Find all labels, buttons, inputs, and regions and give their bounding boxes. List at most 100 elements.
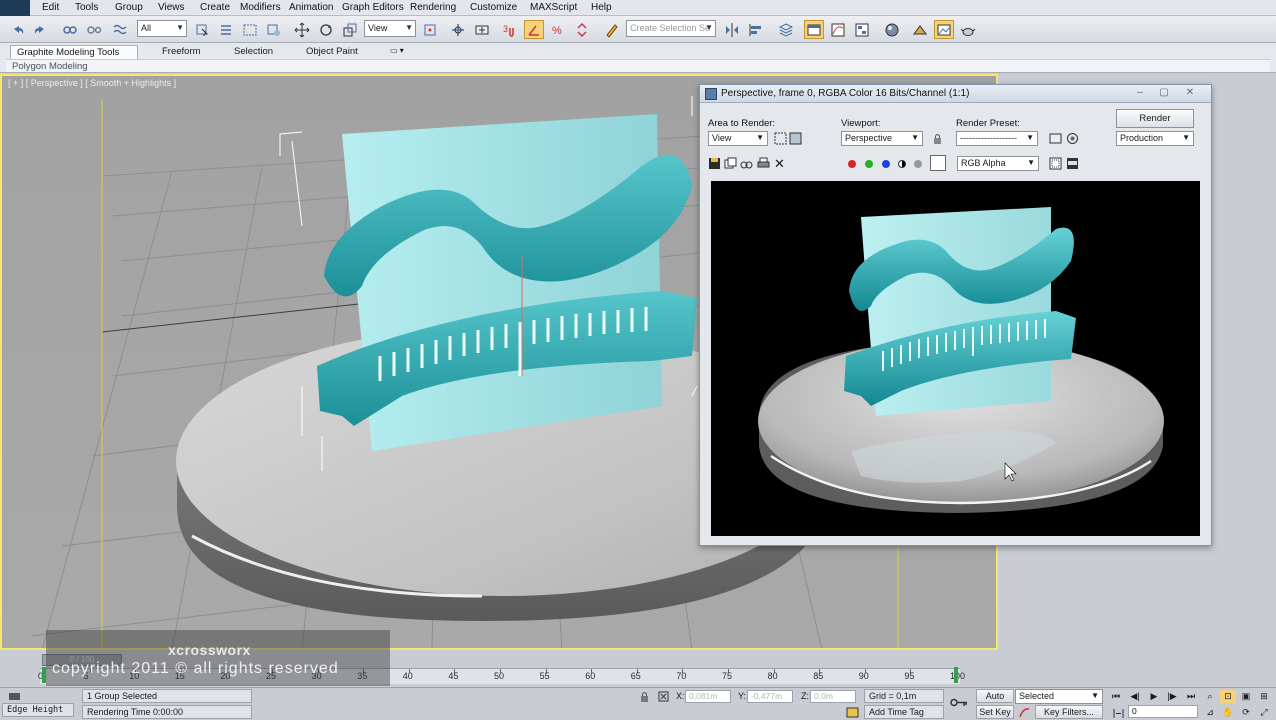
save-image-button[interactable] [708,157,721,170]
green-channel-button[interactable] [862,157,875,170]
layer-manager-button[interactable] [776,20,796,39]
zoom-button[interactable]: ⌕ [1202,690,1218,703]
render-setup-button[interactable] [910,20,930,39]
spinner-snap-button[interactable] [572,20,592,39]
application-button[interactable] [0,0,30,16]
next-frame-button[interactable]: |▶ [1164,690,1180,703]
set-key-button[interactable]: Set Key [976,705,1014,719]
menu-tools[interactable]: Tools [75,2,98,13]
rendered-frame-window-button[interactable] [934,20,954,39]
tab-freeform[interactable]: Freeform [156,45,207,59]
viewport-dropdown[interactable]: Perspective ▼ [841,131,923,146]
graphite-toggle-button[interactable] [804,20,824,39]
key-mode-toggle[interactable] [1112,707,1125,720]
menu-animation[interactable]: Animation [289,2,333,13]
clear-image-button[interactable]: ✕ [773,156,786,171]
bind-space-warp-button[interactable] [110,20,130,39]
edit-region-button[interactable] [774,132,787,145]
tab-selection[interactable]: Selection [228,45,279,59]
redo-button[interactable] [30,20,50,39]
tab-graphite-modeling-tools[interactable]: Graphite Modeling Tools [10,45,138,59]
menu-maxscript[interactable]: MAXScript [530,2,577,13]
menu-graph-editors[interactable]: Graph Editors [342,2,404,13]
window-crossing-button[interactable] [264,20,284,39]
render-mode-dropdown[interactable]: Production ▼ [1116,131,1194,146]
percent-snap-button[interactable]: % [548,20,568,39]
key-mode-dropdown[interactable]: Selected ▼ [1015,689,1103,704]
edit-named-selection-button[interactable] [602,20,622,39]
render-production-button[interactable] [958,20,978,39]
zoom-all-button[interactable]: ⊡ [1220,690,1236,703]
rendered-image[interactable] [711,181,1200,536]
menu-rendering[interactable]: Rendering [410,2,456,13]
render-setup-button[interactable] [1049,132,1062,145]
menu-views[interactable]: Views [158,2,185,13]
unlink-selection-button[interactable] [84,20,104,39]
angle-snap-button[interactable] [524,20,544,39]
select-and-link-button[interactable] [60,20,80,39]
toggle-ui-overlay-button[interactable] [1049,157,1062,170]
viewport-label[interactable]: [ + ] [ Perspective ] [ Smooth + Highlig… [8,78,176,88]
key-filters-button[interactable]: Key Filters... [1035,705,1103,719]
toggle-ui-button[interactable] [1066,157,1079,170]
display-channel-dropdown[interactable]: RGB Alpha ▼ [957,156,1039,171]
go-to-start-button[interactable]: ⏮ [1108,690,1124,703]
reference-coordinate-dropdown[interactable]: View ▼ [364,20,416,37]
copy-image-button[interactable] [724,157,737,170]
schematic-view-button[interactable] [852,20,872,39]
menu-customize[interactable]: Customize [470,2,517,13]
maxscript-listener[interactable]: Edge Height [2,703,74,717]
play-button[interactable]: ▶ [1146,690,1162,703]
select-and-move-button[interactable] [292,20,312,39]
close-button[interactable]: ✕ [1182,87,1198,100]
orbit-button[interactable]: ⟳ [1238,706,1254,719]
auto-region-button[interactable] [789,132,802,145]
x-coordinate-input[interactable]: 0,081m [685,690,731,703]
selection-filter-dropdown[interactable]: All ▼ [137,20,187,37]
snaps-toggle-button[interactable]: 3 [500,20,520,39]
environment-button[interactable] [1066,132,1079,145]
go-to-end-button[interactable]: ⏭ [1183,690,1199,703]
mirror-button[interactable] [722,20,742,39]
menu-modifiers[interactable]: Modifiers [240,2,281,13]
print-image-button[interactable] [757,157,770,170]
maximize-viewport-button[interactable]: ⤢ [1256,706,1272,719]
y-coordinate-input[interactable]: -0,477m [747,690,793,703]
menu-help[interactable]: Help [591,2,612,13]
add-time-tag[interactable]: Add Time Tag [864,705,944,719]
undo-button[interactable] [8,20,28,39]
material-editor-button[interactable] [882,20,902,39]
select-and-scale-button[interactable] [340,20,360,39]
pivot-center-button[interactable] [420,20,440,39]
alpha-channel-button[interactable] [895,157,908,170]
menu-group[interactable]: Group [115,2,143,13]
tab-object-paint[interactable]: Object Paint [300,45,364,59]
zoom-extents-all-button[interactable]: ⊞ [1256,690,1272,703]
maximize-button[interactable]: ▢ [1156,87,1172,100]
absolute-mode-toggle[interactable] [657,690,670,703]
menu-create[interactable]: Create [200,2,230,13]
zoom-extents-button[interactable]: ▣ [1238,690,1254,703]
ribbon-options-button[interactable]: ▭ ▾ [384,45,410,59]
select-and-manipulate-button[interactable] [448,20,468,39]
red-channel-button[interactable] [845,157,858,170]
rendered-frame-window[interactable]: Perspective, frame 0, RGBA Color 16 Bits… [699,84,1212,546]
current-frame-input[interactable]: 0 [1128,705,1198,718]
key-icon[interactable] [950,696,968,709]
render-preset-dropdown[interactable]: ------------------- ▼ [956,131,1038,146]
key-marker[interactable] [954,667,958,683]
blue-channel-button[interactable] [879,157,892,170]
previous-frame-button[interactable]: ◀| [1127,690,1143,703]
select-and-rotate-button[interactable] [316,20,336,39]
panel-polygon-modeling[interactable]: Polygon Modeling [12,61,88,72]
menu-edit[interactable]: Edit [42,2,59,13]
keyboard-shortcut-override-button[interactable] [472,20,492,39]
selection-lock-toggle[interactable] [638,690,651,703]
minimize-button[interactable]: – [1132,87,1148,100]
z-coordinate-input[interactable]: 0,0m [810,690,856,703]
clone-window-button[interactable] [740,157,753,170]
swatch-color[interactable] [930,155,946,171]
monochrome-button[interactable] [911,157,924,170]
lock-viewport-button[interactable] [931,132,944,145]
select-by-name-button[interactable] [216,20,236,39]
